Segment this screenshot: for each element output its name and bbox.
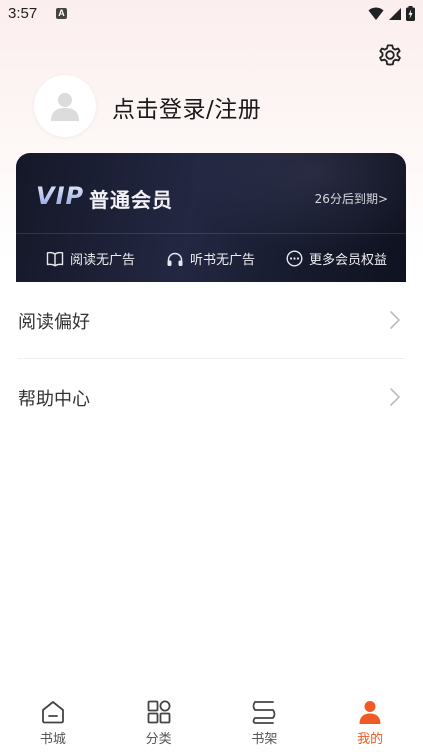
nav-label: 我的	[357, 732, 384, 747]
menu-item-label: 阅读偏好	[18, 312, 90, 333]
status-bar: 3:57 A	[0, 0, 423, 30]
nav-tab-bookshelf[interactable]: 书架	[212, 692, 318, 752]
headphones-icon	[167, 252, 183, 266]
nav-tab-bookstore[interactable]: 书城	[0, 692, 106, 752]
status-icons	[368, 6, 415, 21]
home-icon	[41, 701, 64, 724]
profile-screen: 3:57 A 点击登录/注册 VIP 普通会员 26分后到期> 阅读无广告 听书…	[0, 0, 423, 752]
bottom-nav: 书城 分类 书架 我的	[0, 692, 423, 752]
more-dots-icon	[286, 250, 303, 267]
menu-item-reading-preferences[interactable]: 阅读偏好	[18, 282, 405, 358]
status-time: 3:57	[8, 5, 38, 22]
benefit-ad-free-reading[interactable]: 阅读无广告	[46, 249, 135, 268]
nav-tab-categories[interactable]: 分类	[106, 692, 212, 752]
vip-card[interactable]: VIP 普通会员 26分后到期> 阅读无广告 听书无广告 更多会员权益	[16, 153, 406, 283]
benefit-label: 更多会员权益	[309, 253, 388, 268]
person-icon	[359, 701, 381, 724]
bookshelf-icon	[252, 701, 276, 724]
benefit-more-perks[interactable]: 更多会员权益	[286, 249, 387, 268]
book-icon	[46, 251, 64, 266]
battery-icon	[406, 6, 415, 21]
menu-item-help-center[interactable]: 帮助中心	[18, 358, 405, 435]
chevron-right-icon	[390, 388, 400, 406]
wifi-icon	[368, 7, 384, 20]
nav-tab-mine[interactable]: 我的	[317, 692, 423, 752]
signal-icon	[389, 7, 401, 20]
menu-item-label: 帮助中心	[18, 389, 90, 410]
nav-label: 分类	[145, 732, 172, 747]
nav-label: 书城	[39, 732, 66, 747]
settings-gear-icon[interactable]	[376, 41, 404, 69]
grid-icon	[147, 700, 171, 724]
default-avatar-icon	[51, 93, 79, 121]
benefit-label: 阅读无广告	[70, 253, 136, 268]
benefit-label: 听书无广告	[190, 253, 256, 268]
vip-benefits: 阅读无广告 听书无广告 更多会员权益	[16, 234, 406, 283]
vip-expiry-link[interactable]: 26分后到期>	[315, 190, 388, 207]
vip-level-label: 普通会员	[89, 188, 173, 212]
settings-list: 阅读偏好 帮助中心	[0, 282, 423, 435]
vip-logo: VIP	[36, 182, 85, 210]
nav-label: 书架	[251, 732, 278, 747]
login-register-link[interactable]: 点击登录/注册	[112, 90, 261, 124]
benefit-ad-free-listening[interactable]: 听书无广告	[166, 249, 255, 268]
avatar[interactable]	[34, 75, 96, 137]
chevron-right-icon	[390, 311, 400, 329]
notification-a-icon: A	[56, 8, 67, 19]
